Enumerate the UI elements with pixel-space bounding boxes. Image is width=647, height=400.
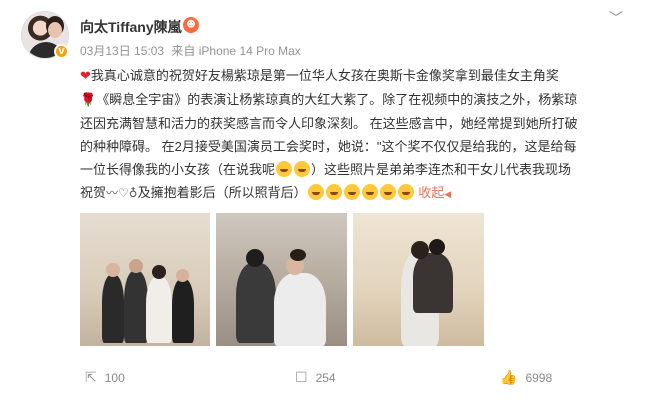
- post-text: 我真心诚意的祝贺好友楊紫琼是第一位华人女孩在奥斯卡金像奖拿到最佳女主角奖: [90, 68, 559, 83]
- post-line-6: 祝贺〰♡♁及擁抱着影后（所以照背后） 收起◀: [80, 181, 620, 207]
- comment-icon: ☐: [295, 370, 308, 386]
- post-line-4: 的种种障碍。 在2月接受美国演员工会奖时，她说："这个奖不仅仅是给我的，这是给每: [80, 139, 577, 154]
- laughing-emoji-icon: [276, 161, 293, 177]
- member-icon[interactable]: ☻: [183, 17, 199, 33]
- verified-badge-icon: V: [54, 44, 69, 59]
- post-text: 一位长得像我的小女孩（在说我呢: [80, 162, 276, 177]
- forward-icon: ⇱: [85, 370, 97, 386]
- post-meta: 03月13日 15:03 来自 iPhone 14 Pro Max: [80, 42, 305, 59]
- laughing-emoji-icon: [379, 184, 396, 200]
- photo-3[interactable]: [353, 213, 484, 346]
- post-line-1: ❤我真心诚意的祝贺好友楊紫琼是第一位华人女孩在奥斯卡金像奖拿到最佳女主角奖: [80, 64, 620, 88]
- rose-icon: 🌹: [80, 93, 97, 108]
- photo-2[interactable]: [216, 213, 347, 346]
- comment-count: 254: [315, 371, 336, 385]
- post-text: 《瞬息全宇宙》的表演让杨紫琼真的大红大紫了。除了在视频中的演技之外，杨紫琼: [96, 92, 578, 107]
- post-text: 祝贺: [80, 185, 107, 200]
- more-options-icon[interactable]: ﹀: [609, 8, 623, 28]
- wow-emoji-icon: [325, 184, 342, 200]
- forward-button[interactable]: ⇱ 100: [85, 370, 125, 386]
- wow-emoji-icon: [307, 184, 324, 200]
- collapse-link[interactable]: 收起◀: [418, 185, 451, 200]
- post-source: 来自 iPhone 14 Pro Max: [171, 44, 301, 58]
- like-count: 6998: [525, 371, 553, 385]
- action-bar: ⇱ 100 ☐ 254 👍 6998: [80, 370, 620, 390]
- laughing-emoji-icon: [294, 161, 311, 177]
- heart-outline-icon: ♡: [118, 186, 129, 200]
- comment-button[interactable]: ☐ 254: [295, 370, 336, 386]
- laughing-emoji-icon: [397, 184, 414, 200]
- heart-icon: ❤: [80, 69, 91, 84]
- balloon-icon: ♁: [128, 186, 138, 200]
- post-line-3: 还因充满智慧和活力的获奖感言而令人印象深刻。 在这些感言中，她经常提到她所打破: [80, 116, 578, 131]
- post-date[interactable]: 03月13日 15:03: [80, 44, 164, 58]
- photo-1[interactable]: [80, 213, 210, 346]
- party-popper-icon: 〰: [106, 186, 119, 200]
- like-button[interactable]: 👍 6998: [500, 370, 552, 386]
- like-icon: 👍: [500, 370, 518, 386]
- forward-count: 100: [104, 371, 125, 385]
- post-text: ）这些照片是弟弟李连杰和干女儿代表我现场: [311, 162, 572, 177]
- post-content: ❤我真心诚意的祝贺好友楊紫琼是第一位华人女孩在奥斯卡金像奖拿到最佳女主角奖 🌹《…: [80, 64, 620, 207]
- username[interactable]: 向太Tiffany陳嵐: [80, 17, 182, 37]
- wow-emoji-icon: [343, 184, 360, 200]
- laughing-emoji-icon: [361, 184, 378, 200]
- weibo-post-card: V 向太Tiffany陳嵐 ☻ 03月13日 15:03 来自 iPhone 1…: [0, 0, 647, 400]
- post-line-2: 🌹《瞬息全宇宙》的表演让杨紫琼真的大红大紫了。除了在视频中的演技之外，杨紫琼: [80, 88, 620, 112]
- post-text: 及擁抱着影后（所以照背后）: [137, 185, 307, 200]
- post-line-5: 一位长得像我的小女孩（在说我呢 ）这些照片是弟弟李连杰和干女儿代表我现场: [80, 158, 620, 181]
